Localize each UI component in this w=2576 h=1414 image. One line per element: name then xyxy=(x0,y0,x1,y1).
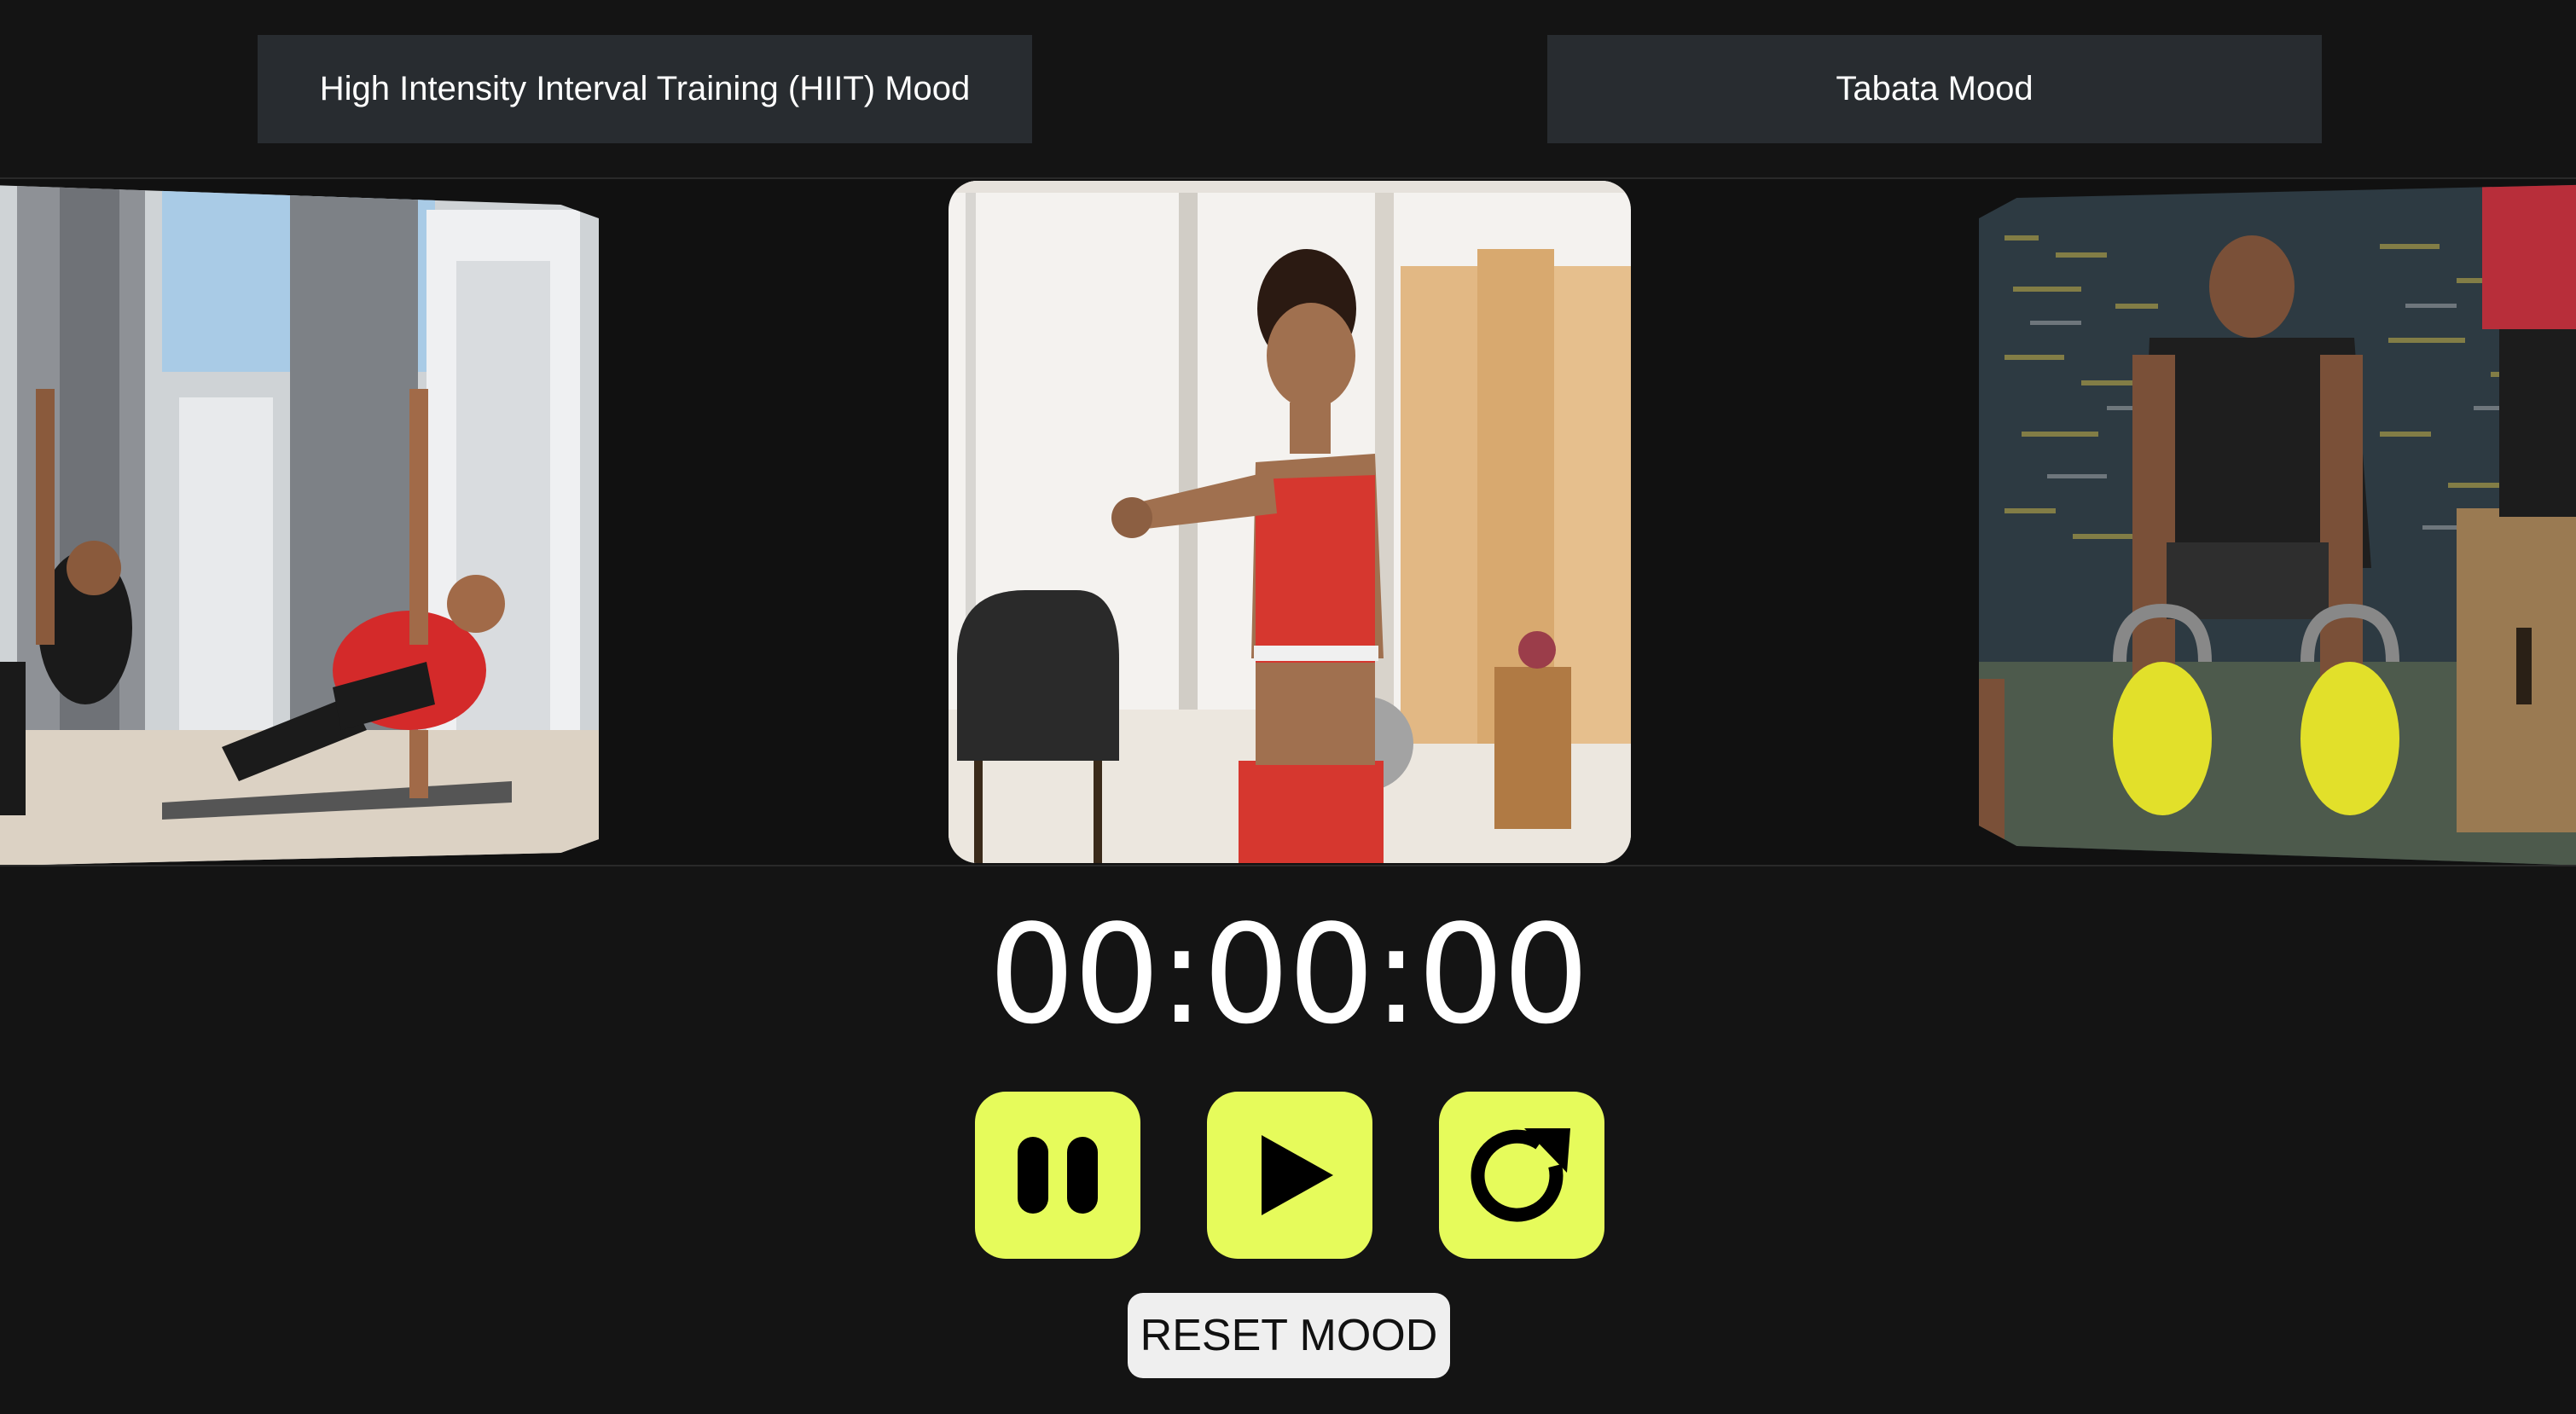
play-button[interactable] xyxy=(1207,1092,1372,1259)
pause-icon xyxy=(1018,1137,1098,1214)
hiit-mood-button[interactable]: High Intensity Interval Training (HIIT) … xyxy=(258,35,1032,143)
side-plank-workout-image xyxy=(0,184,599,865)
kettlebell-pushup-workout-image xyxy=(1979,184,2576,865)
woman-stretching-workout-image xyxy=(949,181,1631,863)
carousel-card-right[interactable] xyxy=(1979,184,2576,865)
tabata-mood-button[interactable]: Tabata Mood xyxy=(1547,35,2322,143)
reset-mood-button[interactable]: RESET MOOD xyxy=(1128,1293,1450,1378)
carousel-card-center[interactable] xyxy=(949,181,1631,863)
workout-timer-page: High Intensity Interval Training (HIIT) … xyxy=(0,0,2576,1414)
restart-icon xyxy=(1471,1128,1570,1222)
carousel-card-left[interactable] xyxy=(0,184,599,865)
pause-button[interactable] xyxy=(975,1092,1140,1259)
timer-display: 00:00:00 xyxy=(988,895,1590,1054)
workout-carousel[interactable] xyxy=(0,177,2576,866)
play-icon xyxy=(1262,1135,1333,1215)
restart-button[interactable] xyxy=(1439,1092,1604,1259)
